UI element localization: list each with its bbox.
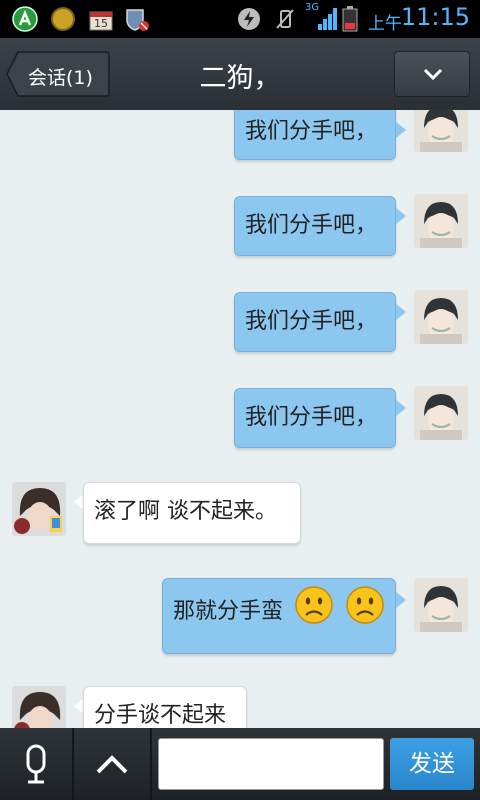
message-text: 分手谈不起来 xyxy=(94,703,227,728)
avatar-me[interactable] xyxy=(414,194,468,248)
message-text: 我们分手吧， xyxy=(245,309,378,334)
bubble-tail xyxy=(396,208,406,224)
voice-input-button[interactable] xyxy=(0,728,72,800)
avatar-me[interactable] xyxy=(414,578,468,632)
message-text: 我们分手吧， xyxy=(245,213,378,238)
android-icon xyxy=(12,6,38,32)
bubble-tail xyxy=(396,304,406,320)
message-bubble-me[interactable]: 那就分手蛮 xyxy=(162,578,396,654)
sad-face-icon xyxy=(295,586,333,624)
status-bar: 15 3G 上午 11:15 xyxy=(0,0,480,38)
calendar-day: 15 xyxy=(94,17,108,30)
power-icon xyxy=(238,8,260,30)
calendar-icon: 15 xyxy=(88,6,114,32)
chat-list[interactable]: 我们分手吧， 我们分手吧， 我们分手吧， 我们分手吧， 滚了啊 谈不起来。 那就… xyxy=(0,110,480,728)
sad-face-icon xyxy=(346,586,384,624)
message-bubble-contact[interactable]: 滚了啊 谈不起来。 xyxy=(83,482,301,544)
message-bubble-me[interactable]: 我们分手吧， xyxy=(234,196,396,256)
coin-icon xyxy=(51,7,75,31)
bubble-tail xyxy=(396,400,406,416)
message-text: 我们分手吧， xyxy=(245,119,378,144)
expand-tools-button[interactable] xyxy=(76,728,148,800)
divider xyxy=(72,728,74,800)
clock-ampm: 上午 xyxy=(368,14,402,34)
shield-blocked-icon xyxy=(126,9,149,31)
bubble-tail xyxy=(396,122,406,138)
avatar-contact[interactable] xyxy=(12,482,66,536)
message-bubble-me[interactable]: 我们分手吧， xyxy=(234,292,396,352)
signal-icon: 3G xyxy=(304,2,338,32)
message-text: 那就分手蛮 xyxy=(173,599,284,624)
message-text: 我们分手吧， xyxy=(245,405,378,430)
microphone-icon xyxy=(26,744,46,784)
send-button[interactable]: 发送 xyxy=(390,738,474,790)
clock-time: 11:15 xyxy=(400,3,470,31)
vibrate-off-icon xyxy=(276,9,294,29)
avatar-contact[interactable] xyxy=(12,686,66,728)
chevron-down-icon xyxy=(423,68,443,81)
divider xyxy=(150,728,152,800)
avatar-me[interactable] xyxy=(414,386,468,440)
input-bar: 发送 xyxy=(0,728,480,800)
message-bubble-me[interactable]: 我们分手吧， xyxy=(234,388,396,448)
battery-icon xyxy=(342,6,358,32)
bubble-tail xyxy=(396,592,406,608)
avatar-me[interactable] xyxy=(414,110,468,152)
menu-dropdown-button[interactable] xyxy=(394,51,470,97)
message-input[interactable] xyxy=(158,738,384,790)
avatar-me[interactable] xyxy=(414,290,468,344)
message-bubble-contact[interactable]: 分手谈不起来 xyxy=(83,686,247,728)
chat-header: 会话(1) 二狗， xyxy=(0,38,480,110)
chevron-up-icon xyxy=(96,755,128,774)
message-bubble-me[interactable]: 我们分手吧， xyxy=(234,110,396,160)
message-text: 滚了啊 谈不起来。 xyxy=(94,499,277,524)
